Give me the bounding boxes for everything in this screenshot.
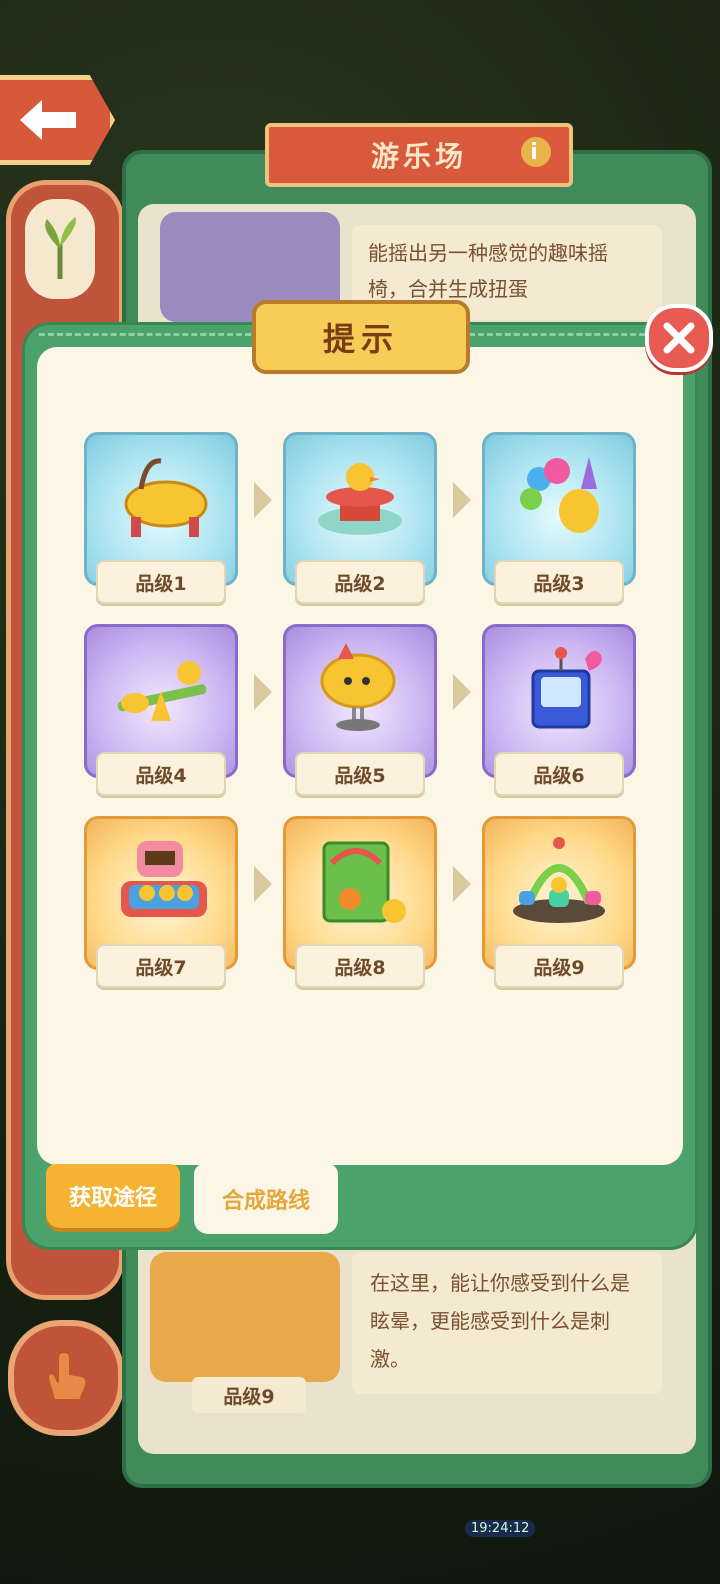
close-icon (663, 322, 695, 354)
grade-label: 品级2 (295, 560, 425, 604)
info-icon[interactable]: i (521, 137, 551, 167)
gacha-machine-icon (531, 647, 602, 729)
sprout-icon (45, 217, 76, 279)
hand-button[interactable] (8, 1320, 124, 1436)
back-arrow-icon (20, 100, 76, 140)
clock-text: 19:24:12 (465, 1520, 536, 1537)
background-title: 游乐场 i (265, 123, 573, 187)
grade-label: 品级4 (96, 752, 226, 796)
background-description-bottom: 在这里，能让你感受到什么是眩晕，更能感受到什么是刺激。 (352, 1252, 662, 1394)
chevron-right-icon (451, 480, 473, 520)
chevron-right-icon (252, 864, 274, 904)
chevron-right-icon (451, 864, 473, 904)
tab-obtain-method[interactable]: 获取途径 (46, 1164, 180, 1228)
grade-label: 品级1 (96, 560, 226, 604)
modal-title: 提示 (252, 300, 470, 374)
teacup-ride-icon (513, 837, 605, 923)
close-button[interactable] (645, 304, 713, 372)
grade-label: 品级6 (494, 752, 624, 796)
chevron-right-icon (252, 480, 274, 520)
pointing-hand-icon (46, 1350, 88, 1401)
tab-merge-route[interactable]: 合成路线 (194, 1164, 338, 1234)
grade-label: 品级8 (295, 944, 425, 988)
background-item-image (150, 1252, 340, 1382)
duck-carousel-icon (318, 463, 402, 535)
background-title-text: 游乐场 (370, 140, 467, 173)
sidebar-slot[interactable] (25, 199, 95, 299)
grade-label: 品级5 (295, 752, 425, 796)
seesaw-icon (117, 661, 207, 721)
whack-a-duck-icon (121, 841, 207, 917)
balloons-icon (520, 457, 599, 533)
grade-label: 品级7 (96, 944, 226, 988)
grade-label: 品级3 (494, 560, 624, 604)
chevron-right-icon (252, 672, 274, 712)
spring-rider-icon (320, 643, 396, 731)
grade-label: 品级9 (494, 944, 624, 988)
chevron-right-icon (451, 672, 473, 712)
rocking-horse-icon (124, 458, 208, 537)
background-grade-label: 品级9 (192, 1377, 306, 1413)
basketball-arcade-icon (322, 841, 406, 923)
